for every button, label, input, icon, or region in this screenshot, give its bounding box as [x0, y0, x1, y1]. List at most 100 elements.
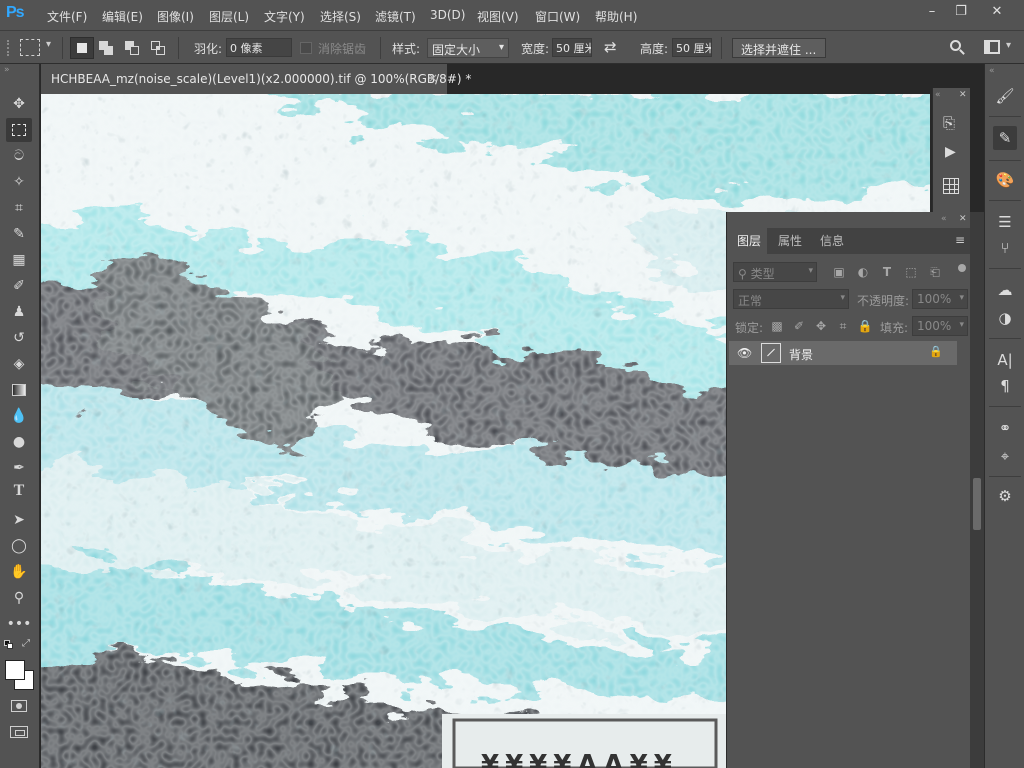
- lasso-tool-icon[interactable]: ට: [6, 144, 32, 168]
- grid-icon[interactable]: [943, 178, 959, 194]
- ellipse-tool-icon[interactable]: ◯: [6, 534, 32, 558]
- menu-file[interactable]: 文件(F): [47, 8, 87, 25]
- width-input[interactable]: [552, 38, 592, 57]
- more-tools-icon[interactable]: •••: [6, 612, 32, 636]
- foreground-color-swatch[interactable]: [5, 660, 25, 680]
- collapse-panel-icon[interactable]: «: [935, 90, 941, 100]
- menu-window[interactable]: 窗口(W): [535, 8, 580, 25]
- 3d-icon[interactable]: ⚙: [993, 484, 1017, 508]
- workspace-icon[interactable]: [984, 40, 1000, 54]
- collapse-layers-panel-icon[interactable]: «: [941, 214, 947, 224]
- menu-view[interactable]: 视图(V): [477, 8, 519, 25]
- menu-edit[interactable]: 编辑(E): [102, 8, 143, 25]
- height-input[interactable]: [672, 38, 712, 57]
- rectangular-marquee-tool-icon[interactable]: [6, 118, 32, 142]
- filter-toggle-icon[interactable]: [958, 264, 966, 272]
- menu-help[interactable]: 帮助(H): [595, 8, 637, 25]
- filter-adjustment-icon[interactable]: ◐: [855, 264, 871, 280]
- color-palette-icon[interactable]: 🎨: [993, 168, 1017, 192]
- type-tool-icon[interactable]: T: [6, 482, 32, 506]
- dodge-tool-icon[interactable]: ●: [6, 430, 32, 454]
- filter-smart-object-icon[interactable]: ⎗: [927, 264, 943, 280]
- workspace-dropdown-icon[interactable]: ▾: [1006, 40, 1011, 51]
- search-icon[interactable]: [948, 39, 966, 57]
- layer-row[interactable]: 👁 背景 🔒: [729, 341, 957, 365]
- preset-dropdown-icon[interactable]: ▾: [46, 39, 51, 50]
- marquee-preset-icon[interactable]: [20, 39, 40, 56]
- default-colors-icon[interactable]: [4, 640, 14, 650]
- filter-shape-icon[interactable]: ⬚: [903, 264, 919, 280]
- menu-image[interactable]: 图像(I): [157, 8, 194, 25]
- close-layers-panel-icon[interactable]: ✕: [959, 214, 967, 224]
- swap-colors-icon[interactable]: ⤢: [22, 638, 30, 649]
- quick-mask-icon[interactable]: [11, 700, 27, 712]
- tab-properties[interactable]: 属性: [778, 232, 802, 249]
- select-and-mask-button[interactable]: 选择并遮住 ...: [732, 38, 826, 58]
- new-selection-icon[interactable]: [70, 37, 94, 59]
- adjustments-icon[interactable]: ◑: [993, 306, 1017, 330]
- crop-tool-icon[interactable]: ⌗: [6, 196, 32, 220]
- style-select[interactable]: 固定大小 ▾: [427, 38, 509, 58]
- libraries-icon[interactable]: ☁: [993, 278, 1017, 302]
- close-document-icon[interactable]: ×: [428, 71, 438, 85]
- clone-stamp-tool-icon[interactable]: ♟: [6, 300, 32, 324]
- healing-brush-tool-icon[interactable]: ▦: [6, 248, 32, 272]
- menu-type[interactable]: 文字(Y): [264, 8, 305, 25]
- panel-menu-icon[interactable]: ≡: [955, 233, 965, 247]
- brush-tool-icon[interactable]: ✐: [6, 274, 32, 298]
- adjustments-sliders-icon[interactable]: ☰: [993, 210, 1017, 234]
- menu-select[interactable]: 选择(S): [320, 8, 361, 25]
- collapse-tools-icon[interactable]: »: [4, 65, 10, 75]
- close-window-button[interactable]: ✕: [982, 2, 1012, 22]
- move-tool-icon[interactable]: ✥: [6, 92, 32, 116]
- tab-info[interactable]: 信息: [820, 232, 844, 249]
- minimize-button[interactable]: –: [917, 2, 947, 22]
- tool-presets-icon[interactable]: ✎: [993, 126, 1017, 150]
- visibility-eye-icon[interactable]: 👁: [737, 346, 752, 360]
- pen-tool-icon[interactable]: ✒: [6, 456, 32, 480]
- filter-pixel-icon[interactable]: ▣: [831, 264, 847, 280]
- menu-filter[interactable]: 滤镜(T): [375, 8, 416, 25]
- history-icon[interactable]: ⎘: [943, 114, 955, 132]
- path-nodes-icon[interactable]: ⌖: [993, 444, 1017, 468]
- zoom-tool-icon[interactable]: ⚲: [6, 586, 32, 610]
- character-icon[interactable]: A|: [993, 348, 1017, 372]
- blend-mode-select[interactable]: 正常 ▾: [733, 289, 849, 309]
- feather-input[interactable]: [226, 38, 292, 57]
- blur-tool-icon[interactable]: 💧: [6, 404, 32, 428]
- screen-mode-icon[interactable]: [10, 726, 28, 738]
- panel-scrollbar-thumb[interactable]: [973, 478, 981, 530]
- hand-tool-icon[interactable]: ✋: [6, 560, 32, 584]
- subtract-from-selection-icon[interactable]: [125, 41, 139, 55]
- swap-dimensions-icon[interactable]: ⇄: [604, 38, 617, 56]
- tab-layers[interactable]: 图层: [737, 232, 761, 249]
- magic-wand-tool-icon[interactable]: ✧: [6, 170, 32, 194]
- menu-3d[interactable]: 3D(D): [430, 8, 465, 22]
- antialias-checkbox[interactable]: [300, 42, 312, 54]
- close-panel-icon[interactable]: ✕: [959, 90, 967, 100]
- opacity-input[interactable]: 100% ▾: [912, 289, 968, 309]
- add-to-selection-icon[interactable]: [99, 41, 113, 55]
- eraser-tool-icon[interactable]: ◈: [6, 352, 32, 376]
- filter-type-icon[interactable]: T: [879, 264, 895, 280]
- lock-image-icon[interactable]: ✐: [791, 318, 807, 334]
- lock-transparent-icon[interactable]: ▩: [769, 318, 785, 334]
- lock-artboard-icon[interactable]: ⌗: [835, 318, 851, 334]
- collapse-dock-icon[interactable]: «: [989, 66, 995, 76]
- restore-button[interactable]: ❐: [946, 2, 976, 22]
- brush-preset-icon[interactable]: 🖌: [993, 84, 1017, 108]
- fill-input[interactable]: 100% ▾: [912, 316, 968, 336]
- channels-icon[interactable]: ⚭: [993, 416, 1017, 440]
- document-tab[interactable]: HCHBEAA_mz(noise_scale)(Level1)(x2.00000…: [41, 64, 471, 94]
- paths-icon[interactable]: ⑂: [993, 236, 1017, 260]
- gradient-tool-icon[interactable]: [6, 378, 32, 402]
- path-selection-tool-icon[interactable]: ➤: [6, 508, 32, 532]
- lock-position-icon[interactable]: ✥: [813, 318, 829, 334]
- paragraph-icon[interactable]: ¶: [993, 374, 1017, 398]
- lock-all-icon[interactable]: 🔒: [857, 318, 873, 334]
- intersect-selection-icon[interactable]: [151, 41, 165, 55]
- menu-layer[interactable]: 图层(L): [209, 8, 249, 25]
- actions-play-icon[interactable]: ▶: [945, 144, 956, 160]
- layer-filter-select[interactable]: ⚲ 类型 ▾: [733, 262, 817, 282]
- history-brush-tool-icon[interactable]: ↺: [6, 326, 32, 350]
